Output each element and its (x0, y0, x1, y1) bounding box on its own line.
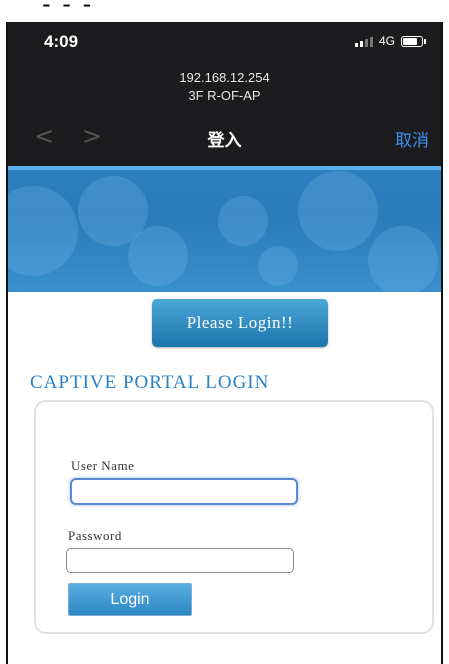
phone-screen: 4:09 4G 192.168.12.254 3F R-OF-AP < > 登入… (6, 22, 443, 664)
banner-bubble (8, 186, 78, 276)
status-time: 4:09 (44, 32, 79, 51)
network-type: 4G (378, 34, 395, 48)
password-label: Password (68, 528, 122, 543)
cancel-button[interactable]: 取消 (395, 126, 429, 151)
username-label: User Name (71, 458, 135, 473)
login-form-card: User Name Password Login (34, 400, 434, 634)
login-button[interactable]: Login (68, 583, 192, 616)
banner-top-line (8, 166, 441, 170)
portal-title: CAPTIVE PORTAL LOGIN (30, 372, 270, 393)
banner-bubble (128, 226, 188, 286)
banner-bubble (368, 226, 438, 292)
password-input[interactable] (66, 548, 294, 573)
address-ssid: 3F R-OF-AP (188, 88, 261, 103)
banner-bubble (258, 246, 298, 286)
username-input[interactable] (70, 478, 298, 505)
browser-header: 4:09 4G 192.168.12.254 3F R-OF-AP < > 登入… (8, 22, 441, 166)
banner-bubble (298, 171, 378, 251)
banner-bubble (218, 196, 268, 246)
battery-icon (401, 35, 426, 47)
page-title: 登入 (207, 131, 242, 151)
signal-bars-icon (354, 36, 373, 47)
address-ip: 192.168.12.254 (179, 70, 270, 85)
please-login-button[interactable]: Please Login!! (152, 299, 328, 347)
cropped-caption-text: ‑ ‑ ‑ (42, 0, 94, 18)
portal-banner (8, 166, 441, 292)
top-caption-strip: ‑ ‑ ‑ (0, 0, 449, 22)
status-indicators: 4G (354, 34, 426, 48)
